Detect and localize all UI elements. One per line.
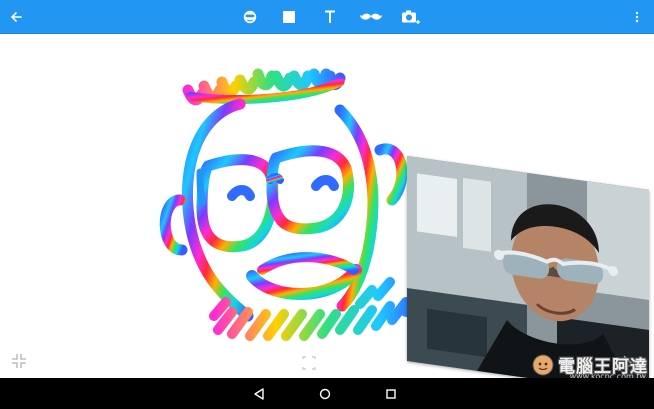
- shape-tool-button[interactable]: [277, 0, 301, 34]
- arrow-back-icon: [10, 12, 22, 22]
- nav-home-button[interactable]: [314, 378, 336, 409]
- nav-recents-button[interactable]: [380, 378, 402, 409]
- overflow-menu-button[interactable]: [628, 0, 646, 34]
- emoji-face-icon: [243, 10, 257, 24]
- text-tool-button[interactable]: [318, 0, 342, 34]
- text-tool-icon: [325, 10, 335, 23]
- watermark-mascot-icon: [532, 354, 554, 375]
- selfie-with-sunglasses: [407, 156, 649, 378]
- add-photo-button[interactable]: [398, 0, 424, 34]
- sticker-tool-button[interactable]: [238, 0, 262, 34]
- selfie-photo[interactable]: [407, 156, 649, 378]
- back-triangle-icon: [254, 387, 264, 400]
- back-button[interactable]: [2, 0, 30, 34]
- recents-square-icon: [386, 388, 396, 399]
- drawing-canvas[interactable]: [0, 34, 654, 378]
- home-circle-icon: [319, 388, 331, 399]
- mustache-icon: [360, 13, 382, 20]
- system-navigation-bar: [0, 378, 654, 409]
- more-vert-icon: [635, 11, 639, 23]
- frame-corner-icon: [302, 356, 316, 370]
- nav-back-button[interactable]: [248, 378, 270, 409]
- mustache-tool-button[interactable]: [356, 0, 386, 34]
- shrink-corners-icon[interactable]: [10, 352, 28, 370]
- app-toolbar: [0, 0, 654, 34]
- square-shape-icon: [283, 11, 295, 23]
- camera-add-icon: [402, 10, 420, 24]
